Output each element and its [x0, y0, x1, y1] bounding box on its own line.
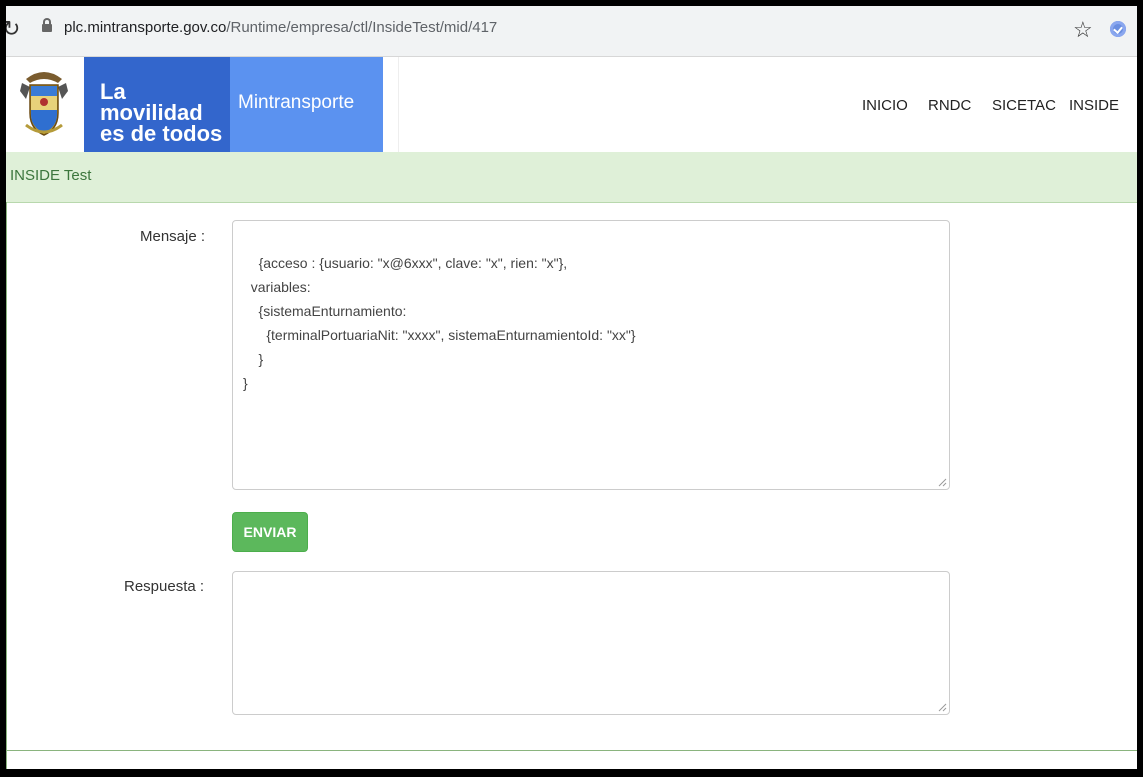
nav-inside[interactable]: INSIDE [1069, 97, 1119, 114]
page-title: INSIDE Test [10, 167, 92, 184]
reload-icon[interactable]: ↻ [6, 16, 20, 42]
url-field[interactable]: plc.mintransporte.gov.co/Runtime/empresa… [64, 19, 497, 36]
brand-line-1: La movilidad [100, 79, 203, 125]
ministry-name: Mintransporte [238, 92, 355, 113]
ministry-banner[interactable]: Mintransporte [230, 57, 383, 152]
nav-inicio[interactable]: INICIO [862, 97, 908, 114]
page-title-bar: INSIDE Test [6, 152, 1137, 203]
mensaje-textarea[interactable]: {acceso : {usuario: "x@6xxx", clave: "x"… [232, 220, 950, 490]
panel-border [6, 202, 7, 769]
mensaje-label: Mensaje : [140, 228, 206, 245]
nav-sicetac[interactable]: SICETAC [992, 97, 1056, 114]
respuesta-textarea[interactable] [232, 571, 950, 715]
resize-grip-icon[interactable] [937, 477, 947, 487]
extension-icon[interactable] [1110, 21, 1126, 37]
brand-banner[interactable]: La movilidad es de todos [84, 57, 230, 152]
header-divider [398, 57, 399, 152]
mensaje-text: {acceso : {usuario: "x@6xxx", clave: "x"… [243, 255, 636, 391]
site-header: La movilidad es de todos Mintransporte I… [6, 57, 1137, 153]
brand-slogan: La movilidad es de todos [100, 79, 230, 146]
panel-bottom-border [6, 750, 1137, 751]
bookmark-star-icon[interactable]: ☆ [1073, 17, 1093, 43]
coat-of-arms-logo[interactable] [6, 57, 84, 152]
send-button[interactable]: ENVIAR [232, 512, 308, 552]
resize-grip-icon[interactable] [937, 702, 947, 712]
url-path: /Runtime/empresa/ctl/InsideTest/mid/417 [226, 19, 498, 36]
address-bar[interactable]: ↻ plc.mintransporte.gov.co/Runtime/empre… [6, 6, 1137, 57]
coat-of-arms-icon [20, 72, 68, 136]
browser-window: ↻ plc.mintransporte.gov.co/Runtime/empre… [6, 6, 1137, 769]
brand-line-2: es de todos [100, 121, 223, 146]
url-host: plc.mintransporte.gov.co [64, 19, 227, 36]
respuesta-label: Respuesta : [124, 578, 205, 595]
lock-icon[interactable] [42, 18, 52, 32]
nav-rndc[interactable]: RNDC [928, 97, 971, 114]
